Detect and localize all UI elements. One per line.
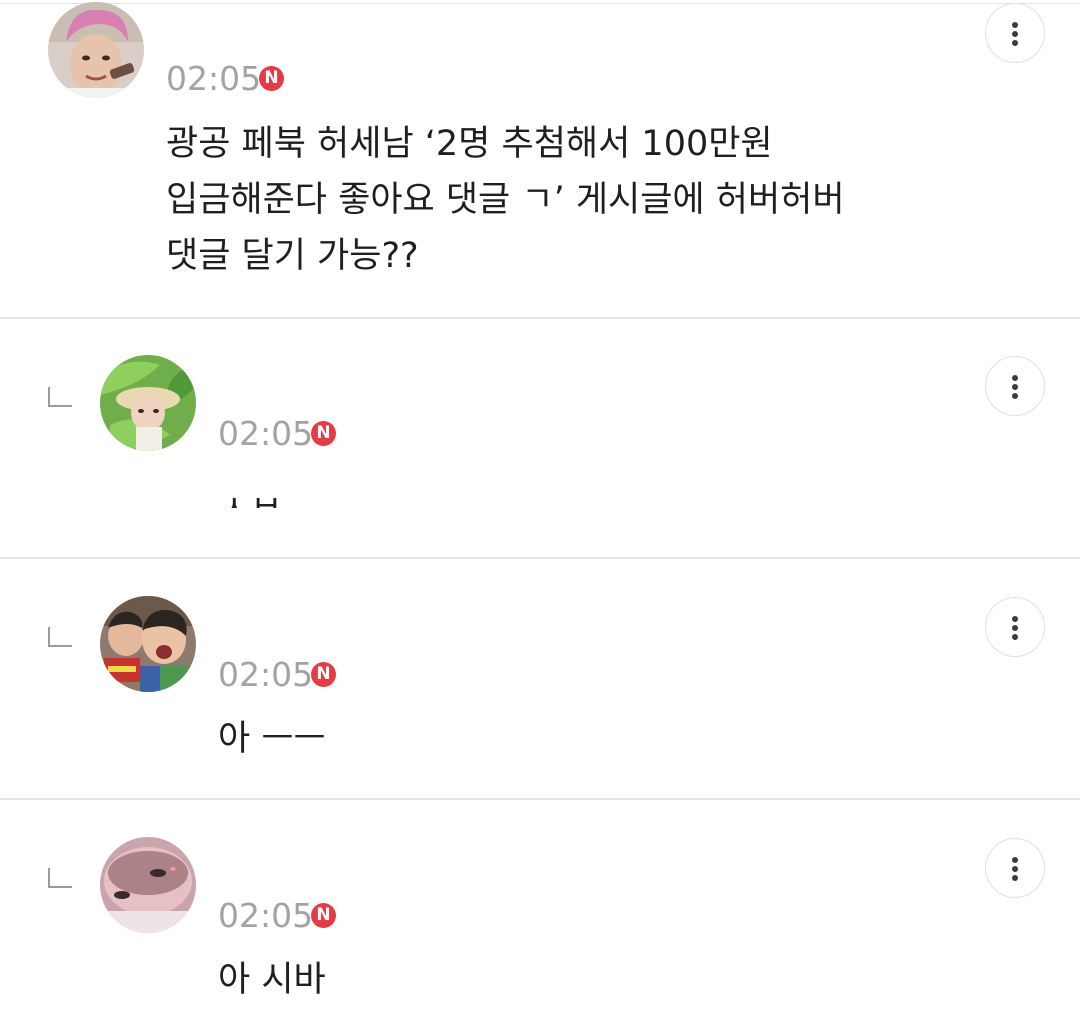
- user-avatar[interactable]: [48, 2, 144, 98]
- reply-arrow-icon: [48, 627, 72, 647]
- baby-face-avatar: [100, 837, 196, 933]
- reply-item: 02:05 N 아 시바: [0, 800, 1080, 1029]
- comment-text-clip: ㅅㅂ: [218, 485, 418, 508]
- user-avatar[interactable]: [100, 355, 196, 451]
- comment-time: 02:05: [166, 59, 262, 98]
- new-badge: N: [259, 66, 284, 91]
- comment-time: 02:05: [218, 414, 314, 453]
- crying-kid-avatar: [100, 596, 196, 692]
- new-badge: N: [311, 903, 336, 928]
- comment-time: 02:05: [218, 655, 314, 694]
- comment-time: 02:05: [218, 896, 314, 935]
- comment-item: 02:05 N 광공 페북 허세남 ‘2명 추첨해서 100만원 입금해준다 좋…: [0, 0, 1080, 318]
- user-avatar[interactable]: [100, 837, 196, 933]
- reply-arrow-icon: [48, 868, 72, 888]
- reply-item: 02:05 N 아 ㅡㅡ: [0, 559, 1080, 798]
- reply-item: 02:05 N ㅅㅂ: [0, 319, 1080, 557]
- more-options-button[interactable]: [985, 597, 1045, 657]
- user-avatar[interactable]: [100, 596, 196, 692]
- more-options-button[interactable]: [985, 3, 1045, 63]
- leafy-hat-person-avatar: [100, 355, 196, 451]
- comment-text: 광공 페북 허세남 ‘2명 추첨해서 100만원 입금해준다 좋아요 댓글 ㄱ’…: [166, 124, 845, 276]
- new-badge: N: [311, 662, 336, 687]
- reply-arrow-icon: [48, 387, 72, 407]
- new-badge: N: [311, 421, 336, 446]
- more-options-button[interactable]: [985, 838, 1045, 898]
- comment-text: 아 ㅡㅡ: [218, 719, 326, 759]
- comment-text: 아 시바: [218, 960, 326, 1000]
- comment-text: ㅅㅂ: [218, 485, 282, 508]
- more-options-button[interactable]: [985, 356, 1045, 416]
- comment-list: 02:05 N 광공 페북 허세남 ‘2명 추첨해서 100만원 입금해준다 좋…: [0, 0, 1080, 1029]
- pink-hair-person-avatar: [48, 2, 144, 98]
